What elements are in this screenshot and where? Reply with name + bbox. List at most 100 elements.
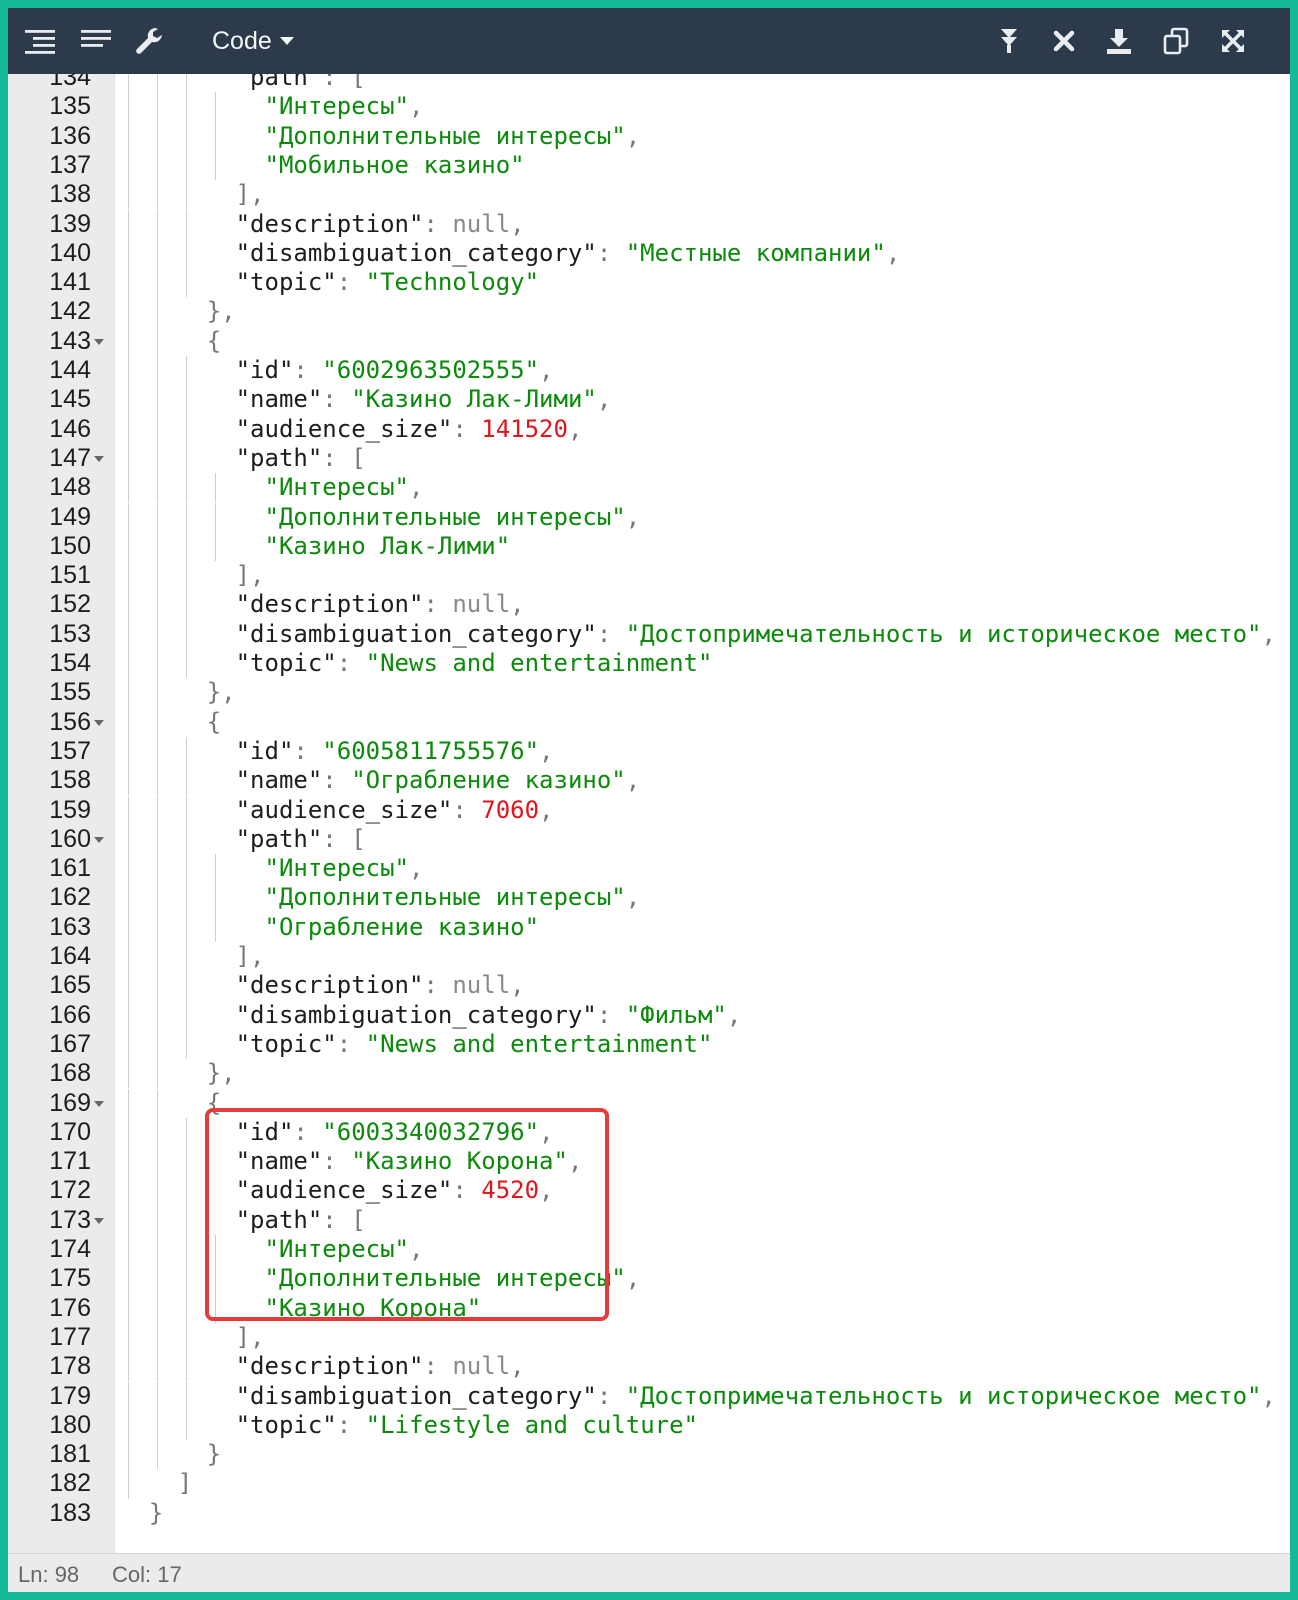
- code-token: :: [336, 1029, 366, 1058]
- code-editor[interactable]: 134 "path": [135 "Интересы", 136 "Дополнител…: [8, 74, 1290, 1553]
- compact-button[interactable]: [78, 25, 114, 57]
- indent-guide: [128, 150, 129, 181]
- json-editor-window: Code 134 "path": [135 "Интересы", 136 "…: [8, 8, 1290, 1592]
- code-token: "Ограбление казино": [264, 912, 540, 941]
- fold-toggle-icon[interactable]: [94, 719, 104, 726]
- repair-button[interactable]: [132, 25, 168, 57]
- format-button[interactable]: [22, 25, 58, 57]
- fold-toggle-icon[interactable]: [94, 455, 104, 462]
- line-number: 170: [49, 1117, 91, 1146]
- code-token: : [: [322, 443, 366, 472]
- mode-dropdown[interactable]: Code: [212, 26, 294, 56]
- sort-button[interactable]: [991, 25, 1027, 57]
- code-line: 148 "Интересы",: [8, 473, 1290, 503]
- code-line: 135 "Интересы",: [8, 92, 1290, 122]
- code-token: "Ограбление казино": [351, 766, 626, 795]
- code-token: "audience_size": [235, 795, 453, 824]
- indent-guide: [185, 1381, 187, 1411]
- status-bar: Ln: 98 Col: 17: [8, 1553, 1290, 1592]
- indent-guide: [128, 795, 129, 825]
- fold-toggle-icon[interactable]: [94, 338, 104, 345]
- indent-guide: [128, 971, 129, 1001]
- code-line: 164],: [8, 942, 1290, 972]
- fold-toggle-icon[interactable]: [94, 1217, 104, 1224]
- indent-guide: [185, 1029, 187, 1060]
- indent-guide: [185, 912, 187, 942]
- code-line: 168},: [8, 1059, 1290, 1089]
- code-text: ],: [236, 180, 265, 209]
- indent-guide: [185, 942, 187, 972]
- indent-guide: [185, 150, 187, 181]
- indent-guide: [156, 1352, 158, 1382]
- code-token: "id": [235, 736, 294, 765]
- code-text: },: [207, 297, 236, 326]
- code-token: ,: [726, 1000, 742, 1029]
- indent-guide: [156, 502, 158, 532]
- indent-guide: [156, 619, 158, 649]
- indent-guide: [128, 531, 129, 562]
- code-token: :: [596, 238, 626, 267]
- line-number: 135: [49, 92, 91, 121]
- fold-toggle-icon[interactable]: [94, 836, 104, 843]
- line-number: 175: [49, 1264, 91, 1293]
- indent-guide: [214, 912, 216, 942]
- indent-guide: [128, 1088, 129, 1118]
- code-token: }: [206, 1440, 222, 1469]
- code-token: null: [452, 590, 511, 619]
- code-token: "Lifestyle and culture": [365, 1410, 698, 1439]
- line-number: 145: [49, 385, 91, 414]
- download-button[interactable]: [1101, 25, 1137, 57]
- code-token: "disambiguation_category": [235, 1381, 597, 1410]
- code-line: 165 "description": null,: [8, 971, 1290, 1001]
- line-number: 152: [49, 590, 91, 619]
- indent-guide: [128, 1410, 129, 1441]
- code-token: ],: [235, 180, 265, 209]
- code-text: {: [207, 327, 221, 356]
- indent-guide: [185, 883, 187, 913]
- indent-guide: [156, 180, 158, 210]
- indent-guide: [128, 238, 129, 269]
- fullscreen-button[interactable]: [1215, 25, 1251, 57]
- indent-guide: [185, 1264, 187, 1294]
- code-line: 147 "path": [: [8, 443, 1290, 474]
- code-token: ,: [539, 736, 554, 765]
- code-line: 170 "id": "6003340032796",: [8, 1117, 1290, 1148]
- indent-guide: [156, 1117, 158, 1148]
- code-token: "disambiguation_category": [235, 238, 597, 267]
- line-number: 173: [49, 1205, 91, 1234]
- code-token: },: [206, 1059, 236, 1088]
- indent-guide: [185, 121, 187, 151]
- code-line: 159 "audience_size": 7060,: [8, 795, 1290, 825]
- line-number: 176: [49, 1293, 91, 1322]
- line-number: 138: [49, 180, 91, 209]
- copy-button[interactable]: [1158, 25, 1194, 57]
- code-token: {: [206, 707, 222, 736]
- code-token: null: [452, 209, 511, 238]
- indent-guide: [185, 1235, 187, 1265]
- line-number: 168: [49, 1059, 91, 1088]
- indent-guide: [128, 356, 129, 386]
- line-number: 147: [49, 443, 91, 472]
- code-line: 171 "name": "Казино Корона",: [8, 1147, 1290, 1177]
- line-number: 158: [49, 766, 91, 795]
- indent-guide: [128, 209, 129, 239]
- fold-toggle-icon[interactable]: [94, 1100, 104, 1107]
- code-text: "disambiguation_category": "Достопримеча…: [236, 1382, 1276, 1411]
- indent-guide: [185, 766, 187, 796]
- code-line: 141 "topic": "Technology": [8, 268, 1290, 298]
- indent-guide: [185, 736, 187, 767]
- code-line: 166 "disambiguation_category": "Фильм",: [8, 1000, 1290, 1030]
- code-line: 169{: [8, 1088, 1290, 1118]
- indent-guide: [185, 473, 187, 503]
- indent-guide: [156, 531, 158, 562]
- indent-guide: [156, 1264, 158, 1294]
- indent-guide: [128, 1117, 129, 1148]
- code-text: ],: [236, 561, 265, 590]
- code-token: "disambiguation_category": [235, 619, 597, 648]
- code-token: :: [452, 795, 482, 824]
- code-token: : [: [322, 74, 366, 91]
- indent-guide: [156, 736, 158, 767]
- code-token: ,: [510, 1352, 525, 1381]
- code-token: :: [293, 736, 323, 765]
- filter-button[interactable]: [1046, 25, 1082, 57]
